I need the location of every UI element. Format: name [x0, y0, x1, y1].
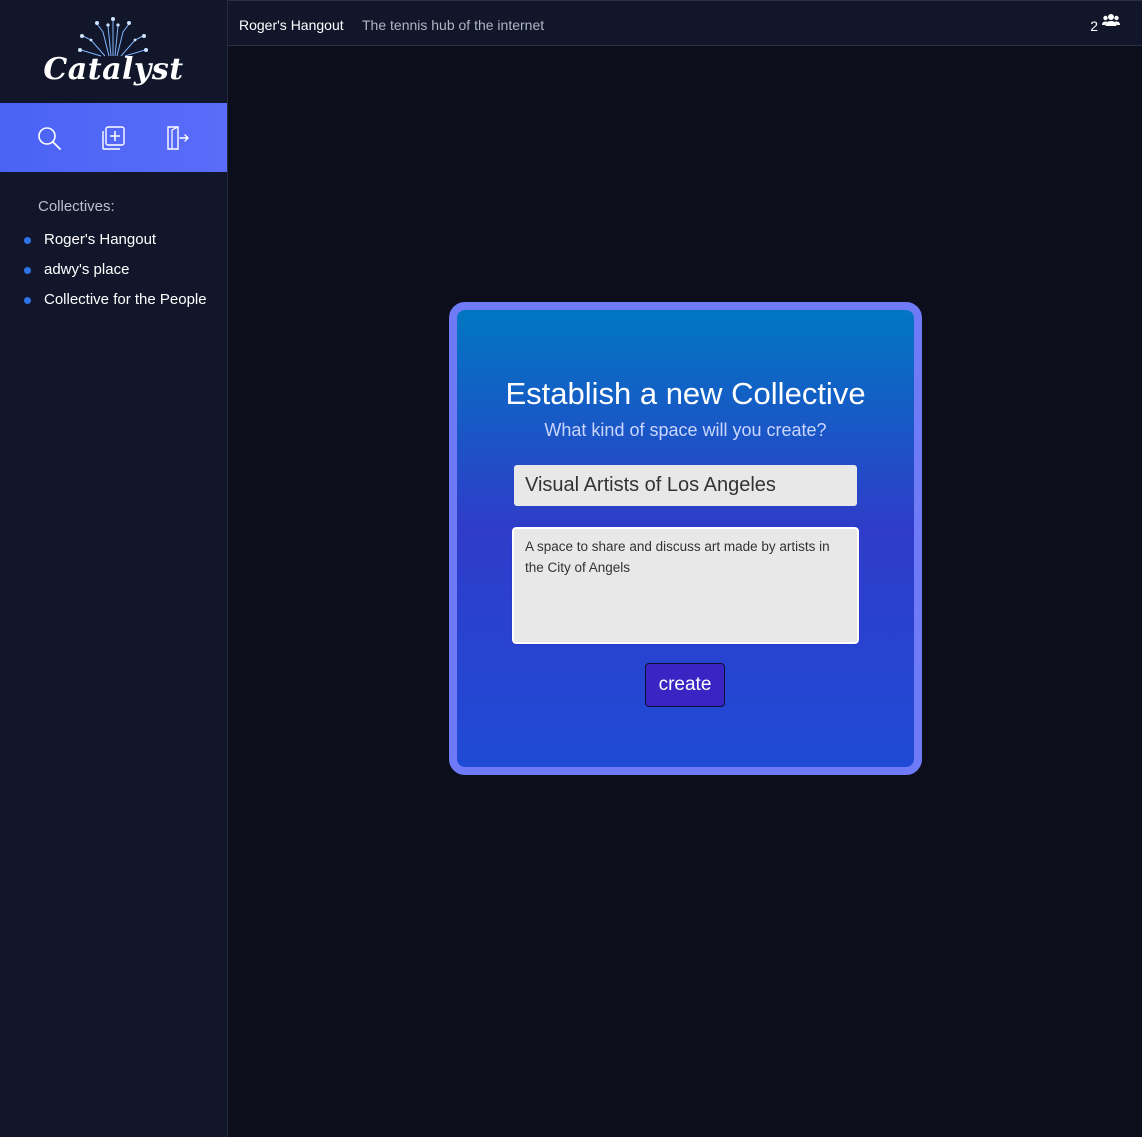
member-count: 2: [1090, 18, 1098, 34]
collective-name-input[interactable]: [514, 465, 857, 506]
logo-circuit-icon: [78, 17, 148, 57]
bullet-icon: [24, 297, 31, 304]
app-root: Catalyst Collectives: Roger's Hangout ad…: [0, 0, 1142, 1137]
collective-item-rogers-hangout[interactable]: Roger's Hangout: [0, 228, 227, 258]
collective-item-adwys-place[interactable]: adwy's place: [0, 258, 227, 288]
bullet-icon: [24, 237, 31, 244]
members-icon[interactable]: [1102, 13, 1120, 27]
collective-subtitle: The tennis hub of the internet: [362, 17, 545, 33]
bullet-icon: [24, 267, 31, 274]
collective-item-collective-for-the-people[interactable]: Collective for the People: [0, 288, 227, 318]
search-button[interactable]: [34, 123, 64, 153]
card-title: Establish a new Collective: [505, 376, 866, 411]
add-collective-icon: [102, 126, 125, 150]
collective-item-label: Roger's Hangout: [44, 231, 157, 248]
collective-description-input[interactable]: A space to share and discuss art made by…: [511, 526, 860, 645]
logout-icon: [167, 126, 189, 150]
collectives-heading: Collectives:: [38, 198, 115, 215]
search-icon: [38, 127, 61, 150]
create-button[interactable]: create: [645, 663, 725, 707]
sidebar-toolbar: [0, 103, 227, 172]
collective-list: Roger's Hangout adwy's place Collective …: [0, 228, 227, 318]
sidebar: Catalyst Collectives: Roger's Hangout ad…: [0, 0, 228, 1137]
collective-item-label: adwy's place: [44, 261, 130, 278]
new-collective-button[interactable]: [98, 123, 128, 153]
logo[interactable]: Catalyst: [0, 0, 227, 103]
new-collective-card: Establish a new Collective What kind of …: [449, 302, 922, 775]
logout-button[interactable]: [162, 123, 192, 153]
collective-item-label: Collective for the People: [44, 291, 207, 308]
top-bar: Roger's Hangout The tennis hub of the in…: [228, 0, 1142, 46]
card-subtitle: What kind of space will you create?: [544, 420, 827, 440]
logo-text: Catalyst: [43, 52, 184, 87]
collective-title: Roger's Hangout: [239, 17, 344, 33]
